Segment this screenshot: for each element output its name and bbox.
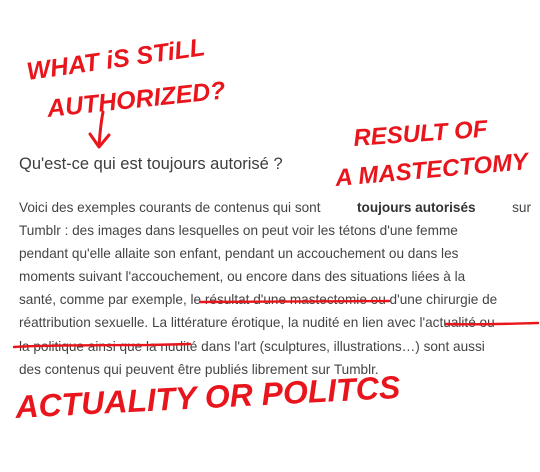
underline-actualite-ou [444, 321, 540, 326]
annotation-result-of: RESULT OF [353, 116, 490, 152]
underline-marks [12, 299, 540, 349]
annotation-what-is-still: WHAT iS STiLL [25, 33, 207, 86]
annotation-actuality-or-politics: ACTUALITY OR POLITCS [13, 369, 401, 425]
annotation-authorized: AUTHORIZED? [45, 76, 227, 123]
handwritten-annotations: WHAT iS STiLL AUTHORIZED? RESULT OF A MA… [12, 33, 540, 425]
underline-la-politique [12, 342, 192, 349]
annotation-a-mastectomy: A MASTECTOMY [333, 148, 531, 192]
underline-mastectomie [198, 299, 391, 304]
annotated-screenshot: Qu'est-ce qui est toujours autorisé ? Vo… [0, 0, 540, 472]
